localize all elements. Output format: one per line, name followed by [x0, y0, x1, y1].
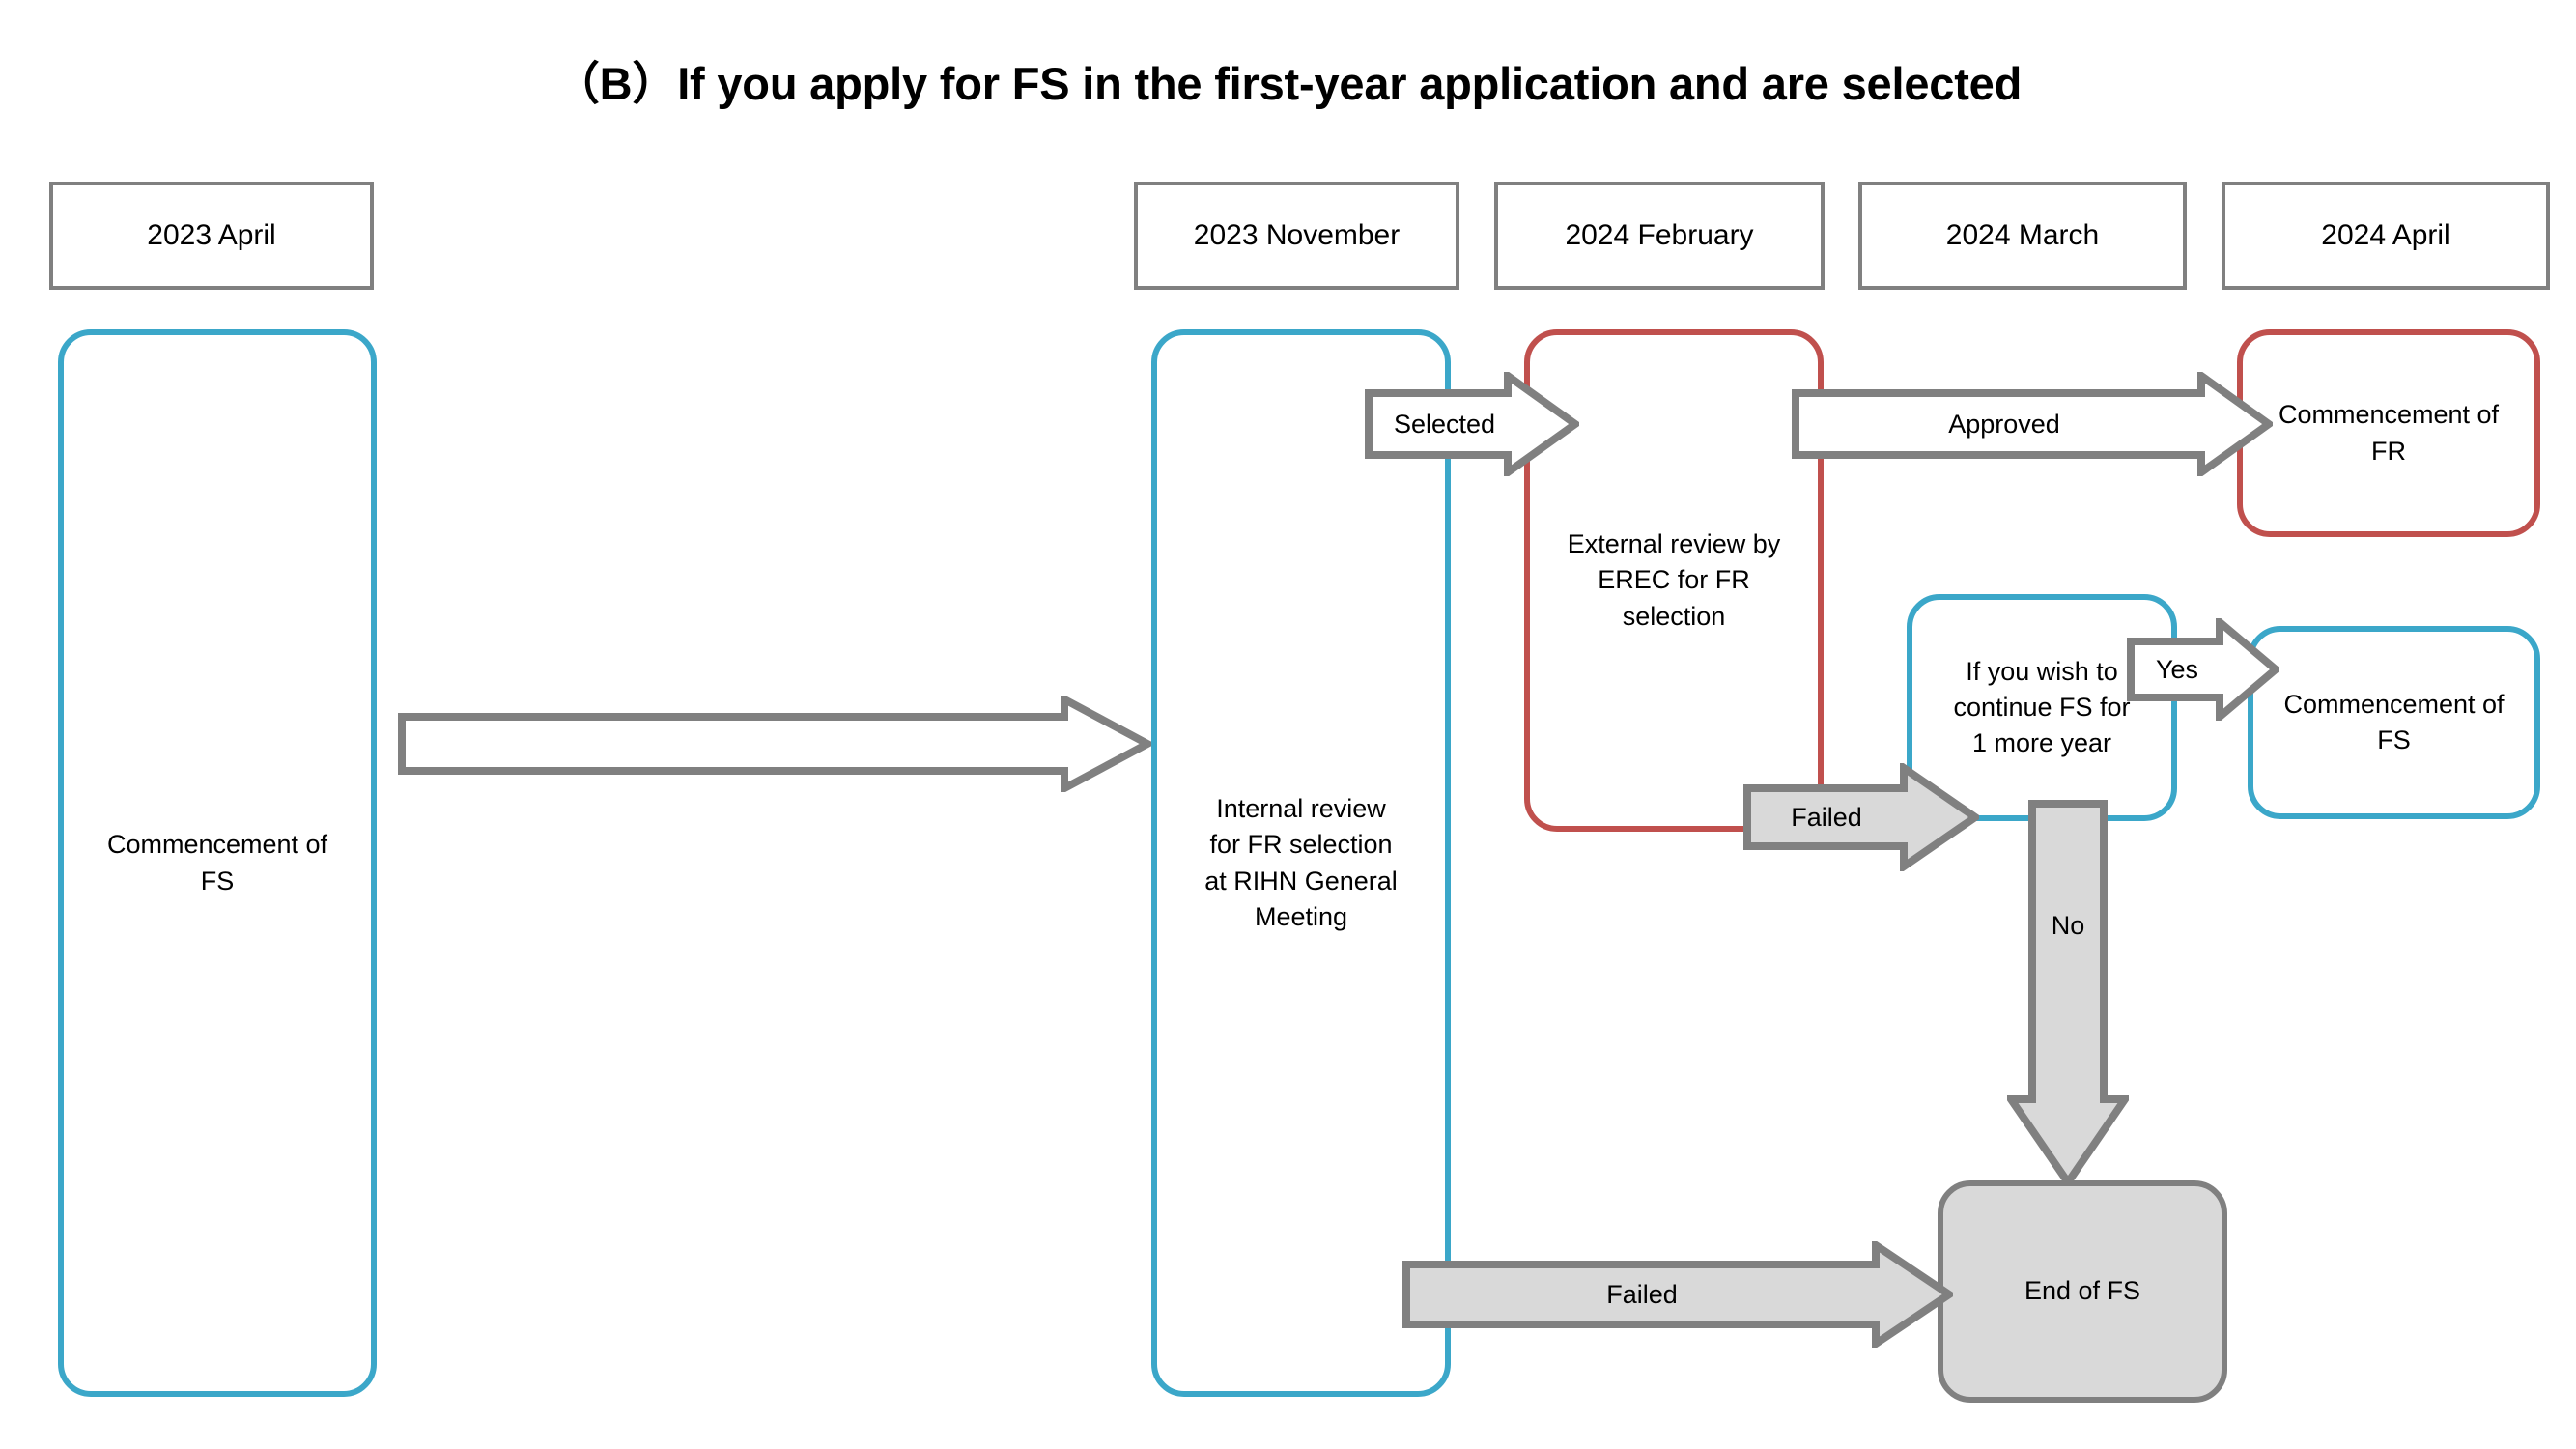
arrow-no: No	[2003, 800, 2133, 1190]
node-label: Commencement of FR	[2278, 400, 2500, 466]
node-label: Commencement of FS	[106, 830, 328, 895]
page-title: （B）If you apply for FS in the first-year…	[553, 58, 2023, 109]
arrow-approved: Approved	[1792, 368, 2276, 480]
flowchart-canvas: （B）If you apply for FS in the first-year…	[0, 0, 2576, 1449]
date-header-2024-april: 2024 April	[2222, 182, 2550, 290]
arrow-approved-label: Approved	[1948, 409, 2060, 439]
arrow-failed-to-end: Failed	[1402, 1237, 1957, 1351]
node-label: Internal review for FR selection at RIHN…	[1204, 794, 1398, 931]
node-commencement-of-fs-start: Commencement of FS	[58, 329, 377, 1397]
arrow-shape	[1792, 368, 2276, 480]
arrow-start-to-november	[398, 693, 1156, 795]
node-internal-review: Internal review for FR selection at RIHN…	[1151, 329, 1451, 1397]
date-header-2024-march: 2024 March	[1858, 182, 2187, 290]
node-commencement-of-fs-again: Commencement of FS	[2248, 626, 2540, 819]
node-label: If you wish to continue FS for 1 more ye…	[1953, 656, 2131, 758]
date-header-2024-february: 2024 February	[1494, 182, 1825, 290]
node-label: External review by EREC for FR selection	[1567, 529, 1781, 631]
node-commencement-of-fr: Commencement of FR	[2237, 329, 2540, 537]
date-header-2023-april: 2023 April	[49, 182, 374, 290]
node-end-of-fs: End of FS	[1938, 1180, 2227, 1403]
node-external-review: External review by EREC for FR selection	[1524, 329, 1824, 832]
arrow-shape	[398, 693, 1156, 795]
node-label: Commencement of FS	[2283, 689, 2505, 754]
node-label: End of FS	[2024, 1276, 2141, 1306]
arrow-failed-to-end-label: Failed	[1606, 1279, 1678, 1309]
date-header-2023-november: 2023 November	[1134, 182, 1459, 290]
node-continue-fs-decision: If you wish to continue FS for 1 more ye…	[1907, 594, 2177, 821]
arrow-no-label: No	[2051, 910, 2085, 940]
arrow-shape	[1402, 1237, 1957, 1351]
arrow-shape	[2003, 800, 2133, 1190]
